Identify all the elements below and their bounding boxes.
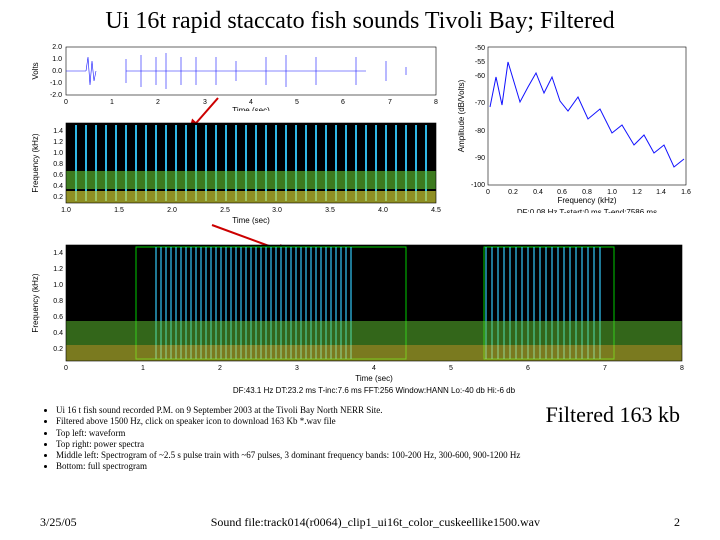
svg-text:7: 7 — [388, 99, 392, 106]
waveform-ylabel: Volts — [31, 62, 40, 79]
page-title: Ui 16t rapid staccato fish sounds Tivoli… — [28, 8, 692, 35]
svg-text:4: 4 — [372, 365, 376, 372]
footer-date: 3/25/05 — [40, 515, 77, 530]
svg-text:1: 1 — [141, 365, 145, 372]
spzoom-ylabel: Frequency (kHz) — [31, 133, 40, 192]
svg-text:4: 4 — [249, 99, 253, 106]
svg-text:1.4: 1.4 — [53, 128, 63, 135]
svg-text:0.6: 0.6 — [53, 172, 63, 179]
figure-panels: 2.0 1.0 0.0 -1.0 -2.0 0 1 2 3 4 5 6 7 8 — [28, 41, 692, 401]
svg-text:2: 2 — [218, 365, 222, 372]
svg-text:2.0: 2.0 — [52, 44, 62, 51]
svg-text:2.5: 2.5 — [220, 207, 230, 214]
spfull-ylabel: Frequency (kHz) — [31, 273, 40, 332]
svg-text:0.8: 0.8 — [53, 161, 63, 168]
svg-text:1.4: 1.4 — [53, 250, 63, 257]
svg-text:0.4: 0.4 — [53, 183, 63, 190]
svg-text:1.0: 1.0 — [61, 207, 71, 214]
svg-text:-2.0: -2.0 — [50, 92, 62, 99]
svg-text:0: 0 — [64, 365, 68, 372]
svg-text:3.0: 3.0 — [272, 207, 282, 214]
spectrum-xlabel: Frequency (kHz) — [557, 196, 616, 205]
svg-text:-1.0: -1.0 — [50, 80, 62, 87]
svg-text:-100: -100 — [471, 182, 485, 189]
svg-text:2: 2 — [156, 99, 160, 106]
svg-text:6: 6 — [341, 99, 345, 106]
svg-text:1: 1 — [110, 99, 114, 106]
svg-text:1.0: 1.0 — [52, 56, 62, 63]
svg-text:1.0: 1.0 — [53, 282, 63, 289]
svg-text:1.6: 1.6 — [681, 189, 691, 196]
spectrogram-full-panel: 1.4 1.2 1.0 0.8 0.6 0.4 0.2 0 1 2 3 4 5 6 7 8 Time (se… — [28, 239, 694, 399]
svg-text:2.0: 2.0 — [167, 207, 177, 214]
svg-text:1.2: 1.2 — [632, 189, 642, 196]
spectrum-panel: -50 -55 -60 -70 -80 -90 -100 0 0.2 0.4 0.6 0.8 1.0 1… — [454, 41, 694, 213]
spfull-xlabel: Time (sec) — [355, 374, 393, 383]
spectrum-annotation: DF:0.08 Hz T-start:0 ms T-end:7586 ms — [517, 208, 657, 213]
svg-text:0.8: 0.8 — [582, 189, 592, 196]
svg-text:0.6: 0.6 — [53, 314, 63, 321]
svg-text:4.0: 4.0 — [378, 207, 388, 214]
bullet-item: Top right: power spectra — [56, 439, 692, 450]
footer-file: Sound file:track014(r0064)_clip1_ui16t_c… — [211, 515, 540, 530]
svg-text:0.4: 0.4 — [53, 330, 63, 337]
svg-text:6: 6 — [526, 365, 530, 372]
bullet-item: Middle left: Spectrogram of ~2.5 s pulse… — [56, 450, 692, 461]
svg-text:5: 5 — [449, 365, 453, 372]
svg-text:1.0: 1.0 — [53, 150, 63, 157]
svg-text:0.2: 0.2 — [53, 346, 63, 353]
svg-text:-60: -60 — [475, 73, 485, 80]
page-footer: 3/25/05 Sound file:track014(r0064)_clip1… — [0, 515, 720, 530]
svg-text:1.2: 1.2 — [53, 266, 63, 273]
waveform-xlabel: Time (sec) — [232, 106, 270, 111]
svg-text:0.4: 0.4 — [533, 189, 543, 196]
svg-text:7: 7 — [603, 365, 607, 372]
svg-text:-50: -50 — [475, 45, 485, 52]
svg-text:1.0: 1.0 — [607, 189, 617, 196]
svg-text:0.6: 0.6 — [557, 189, 567, 196]
svg-text:-90: -90 — [475, 155, 485, 162]
svg-text:8: 8 — [680, 365, 684, 372]
spectrogram-zoom-panel: 1.4 1.2 1.0 0.8 0.6 0.4 0.2 1.0 1.5 2.0 2.5 3.0 3.5… — [28, 119, 448, 229]
svg-text:0: 0 — [64, 99, 68, 106]
svg-text:-80: -80 — [475, 128, 485, 135]
svg-text:3.5: 3.5 — [325, 207, 335, 214]
svg-text:1.5: 1.5 — [114, 207, 124, 214]
svg-text:0.2: 0.2 — [508, 189, 518, 196]
bullet-item: Top left: waveform — [56, 428, 692, 439]
svg-text:0.2: 0.2 — [53, 194, 63, 201]
svg-text:0.8: 0.8 — [53, 298, 63, 305]
svg-text:4.5: 4.5 — [431, 207, 441, 214]
svg-text:-70: -70 — [475, 100, 485, 107]
svg-text:3: 3 — [295, 365, 299, 372]
svg-text:1.4: 1.4 — [656, 189, 666, 196]
spectrum-ylabel: Amplitude (dB/Volts) — [457, 79, 466, 152]
filtered-size-label: Filtered 163 kb — [546, 402, 680, 428]
svg-text:1.2: 1.2 — [53, 139, 63, 146]
svg-text:0: 0 — [486, 189, 490, 196]
bullet-item: Bottom: full spectrogram — [56, 461, 692, 472]
svg-text:8: 8 — [434, 99, 438, 106]
waveform-panel: 2.0 1.0 0.0 -1.0 -2.0 012345678 — [28, 41, 448, 111]
svg-text:0.0: 0.0 — [52, 68, 62, 75]
spfull-annotation: DF:43.1 Hz DT:23.2 ms T-inc:7.6 ms FFT:2… — [233, 386, 516, 395]
footer-page: 2 — [674, 515, 680, 530]
svg-text:-55: -55 — [475, 59, 485, 66]
svg-text:5: 5 — [295, 99, 299, 106]
